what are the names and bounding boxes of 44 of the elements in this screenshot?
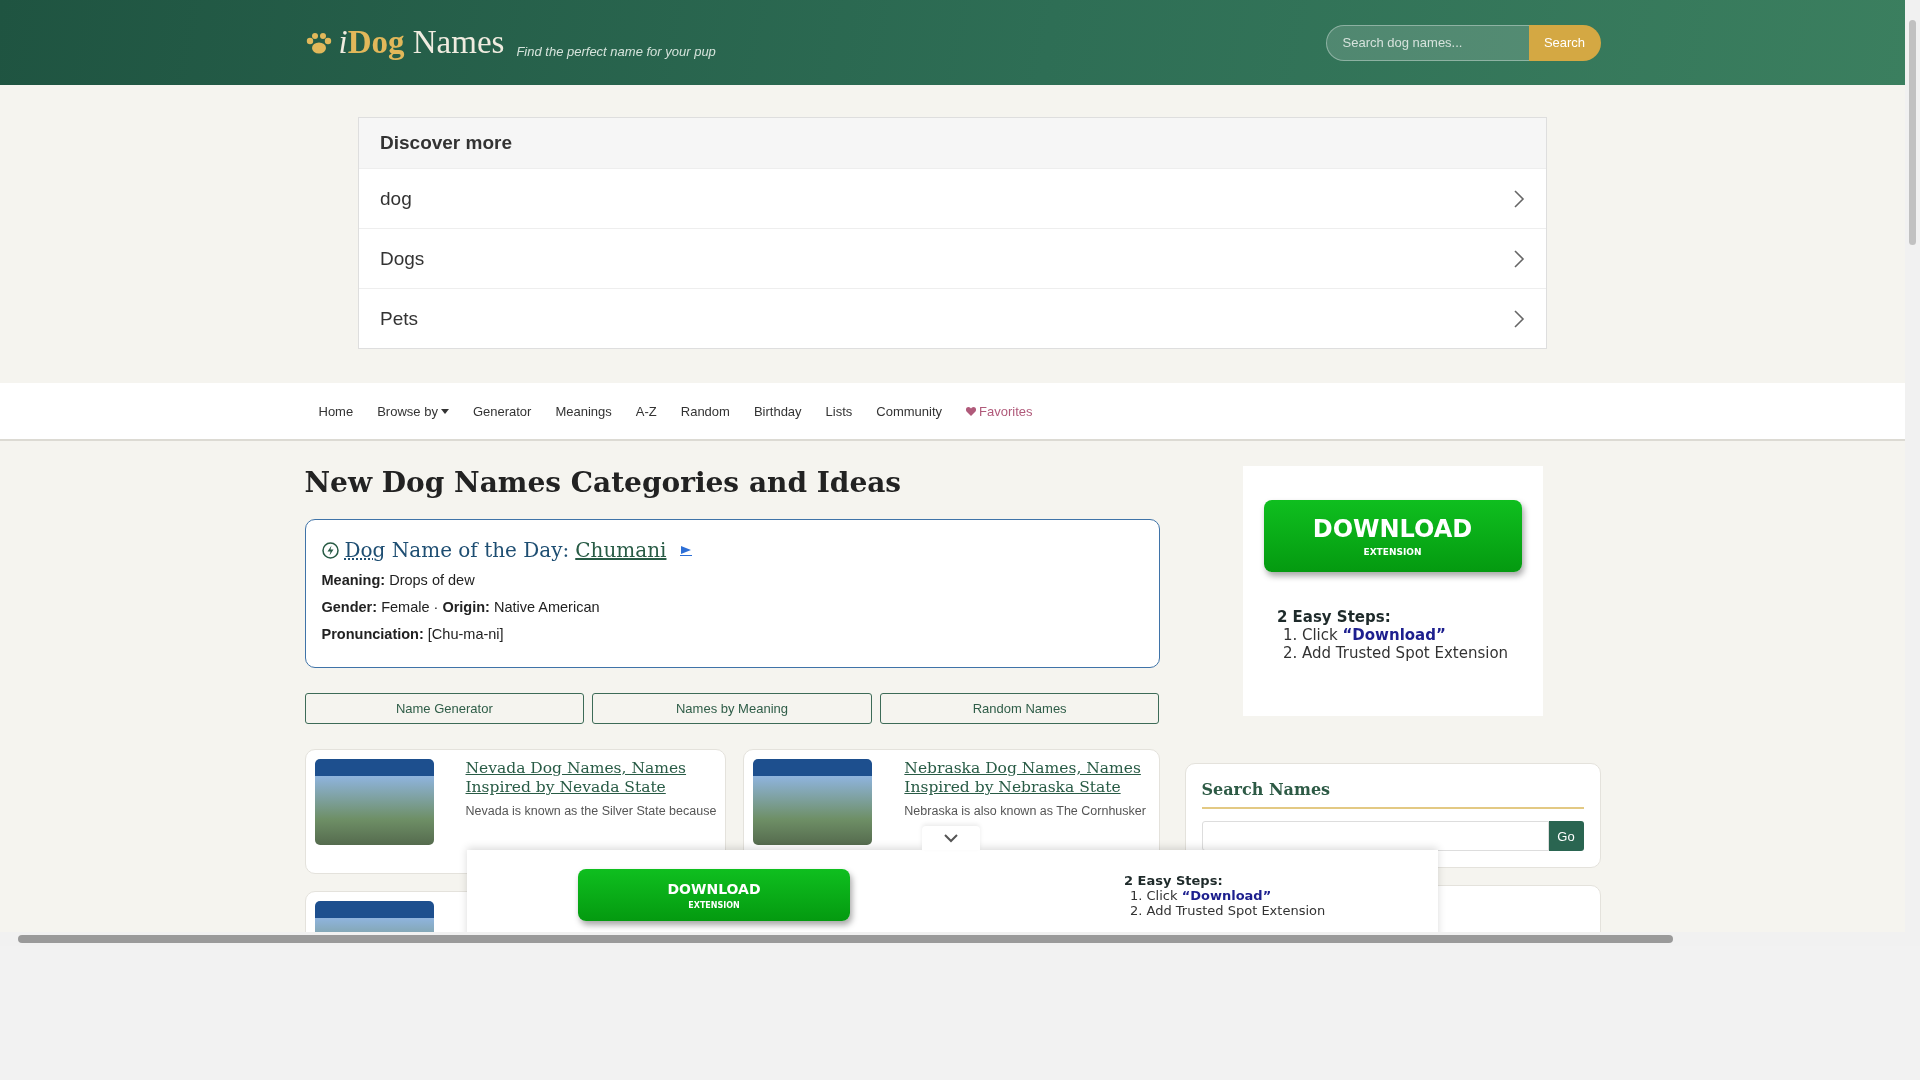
quick-link-button[interactable]: Name Generator (304, 693, 585, 724)
go-button[interactable]: Go (1548, 821, 1584, 851)
nav-link[interactable]: Birthday (741, 403, 814, 419)
play-icon[interactable] (680, 544, 693, 556)
nav-link[interactable]: Home (306, 403, 366, 419)
chevron-right-icon (1513, 248, 1525, 269)
caret-down-icon (440, 408, 449, 414)
paw-icon (304, 30, 333, 55)
nav-link[interactable]: Community (864, 403, 955, 419)
search-names-title: Search Names (1201, 780, 1584, 809)
steps-text: 2 Easy Steps: 1. Click “Download” 2. Add Trusted Spot Extension (1276, 608, 1509, 662)
name-detail: Pronunciation: [Chu-ma-ni] (321, 626, 505, 642)
discover-title: Discover more (359, 118, 1546, 168)
name-detail: Meaning: Drops of dew (321, 572, 476, 588)
nav-link[interactable]: Favorites (954, 403, 1045, 419)
collapse-button[interactable] (922, 826, 980, 850)
heart-icon (966, 406, 977, 416)
name-of-day-title: Dog Name of the Day: (344, 538, 570, 562)
quick-link-button[interactable]: Random Names (879, 693, 1160, 724)
bolt-circle-icon (321, 541, 339, 559)
article-title[interactable]: Nevada Dog Names, Names Inspired by Nevada State (465, 759, 717, 798)
name-search-field[interactable] (1201, 821, 1549, 851)
discover-item[interactable]: dog (359, 168, 1546, 228)
page-heading: New Dog Names Categories and Ideas (304, 466, 903, 499)
nav-link[interactable]: Random (668, 403, 742, 419)
discover-item[interactable]: Pets (359, 288, 1546, 348)
chevron-right-icon (1513, 308, 1525, 329)
name-link[interactable]: Chumani (575, 538, 667, 562)
nav-link[interactable]: Meanings (543, 403, 624, 419)
steps-text: 2 Easy Steps: 1. Click “Download” 2. Add Trusted Spot Extension (1124, 872, 1326, 918)
name-detail: Gender: Female · Origin: Native American (321, 599, 601, 615)
quick-link-button[interactable]: Names by Meaning (592, 693, 872, 724)
nav-link[interactable]: Generator (460, 403, 544, 419)
nav-link[interactable]: Lists (813, 403, 865, 419)
chevron-right-icon (1513, 188, 1525, 209)
nav-link[interactable]: Browse by (365, 403, 461, 419)
discover-item[interactable]: Dogs (359, 228, 1546, 288)
article-description: Nevada is known as the Silver State because (465, 803, 717, 818)
nav-link[interactable]: A-Z (623, 403, 669, 419)
chevron-down-icon (943, 833, 959, 843)
site-logo[interactable]: iDog Names (304, 24, 505, 61)
article-title[interactable]: Nebraska Dog Names, Names Inspired by Nebraska State (904, 759, 1150, 798)
article-description: Nebraska is also known as The Cornhusker (904, 803, 1147, 818)
site-tagline: Find the perfect name for your pup (516, 44, 716, 59)
